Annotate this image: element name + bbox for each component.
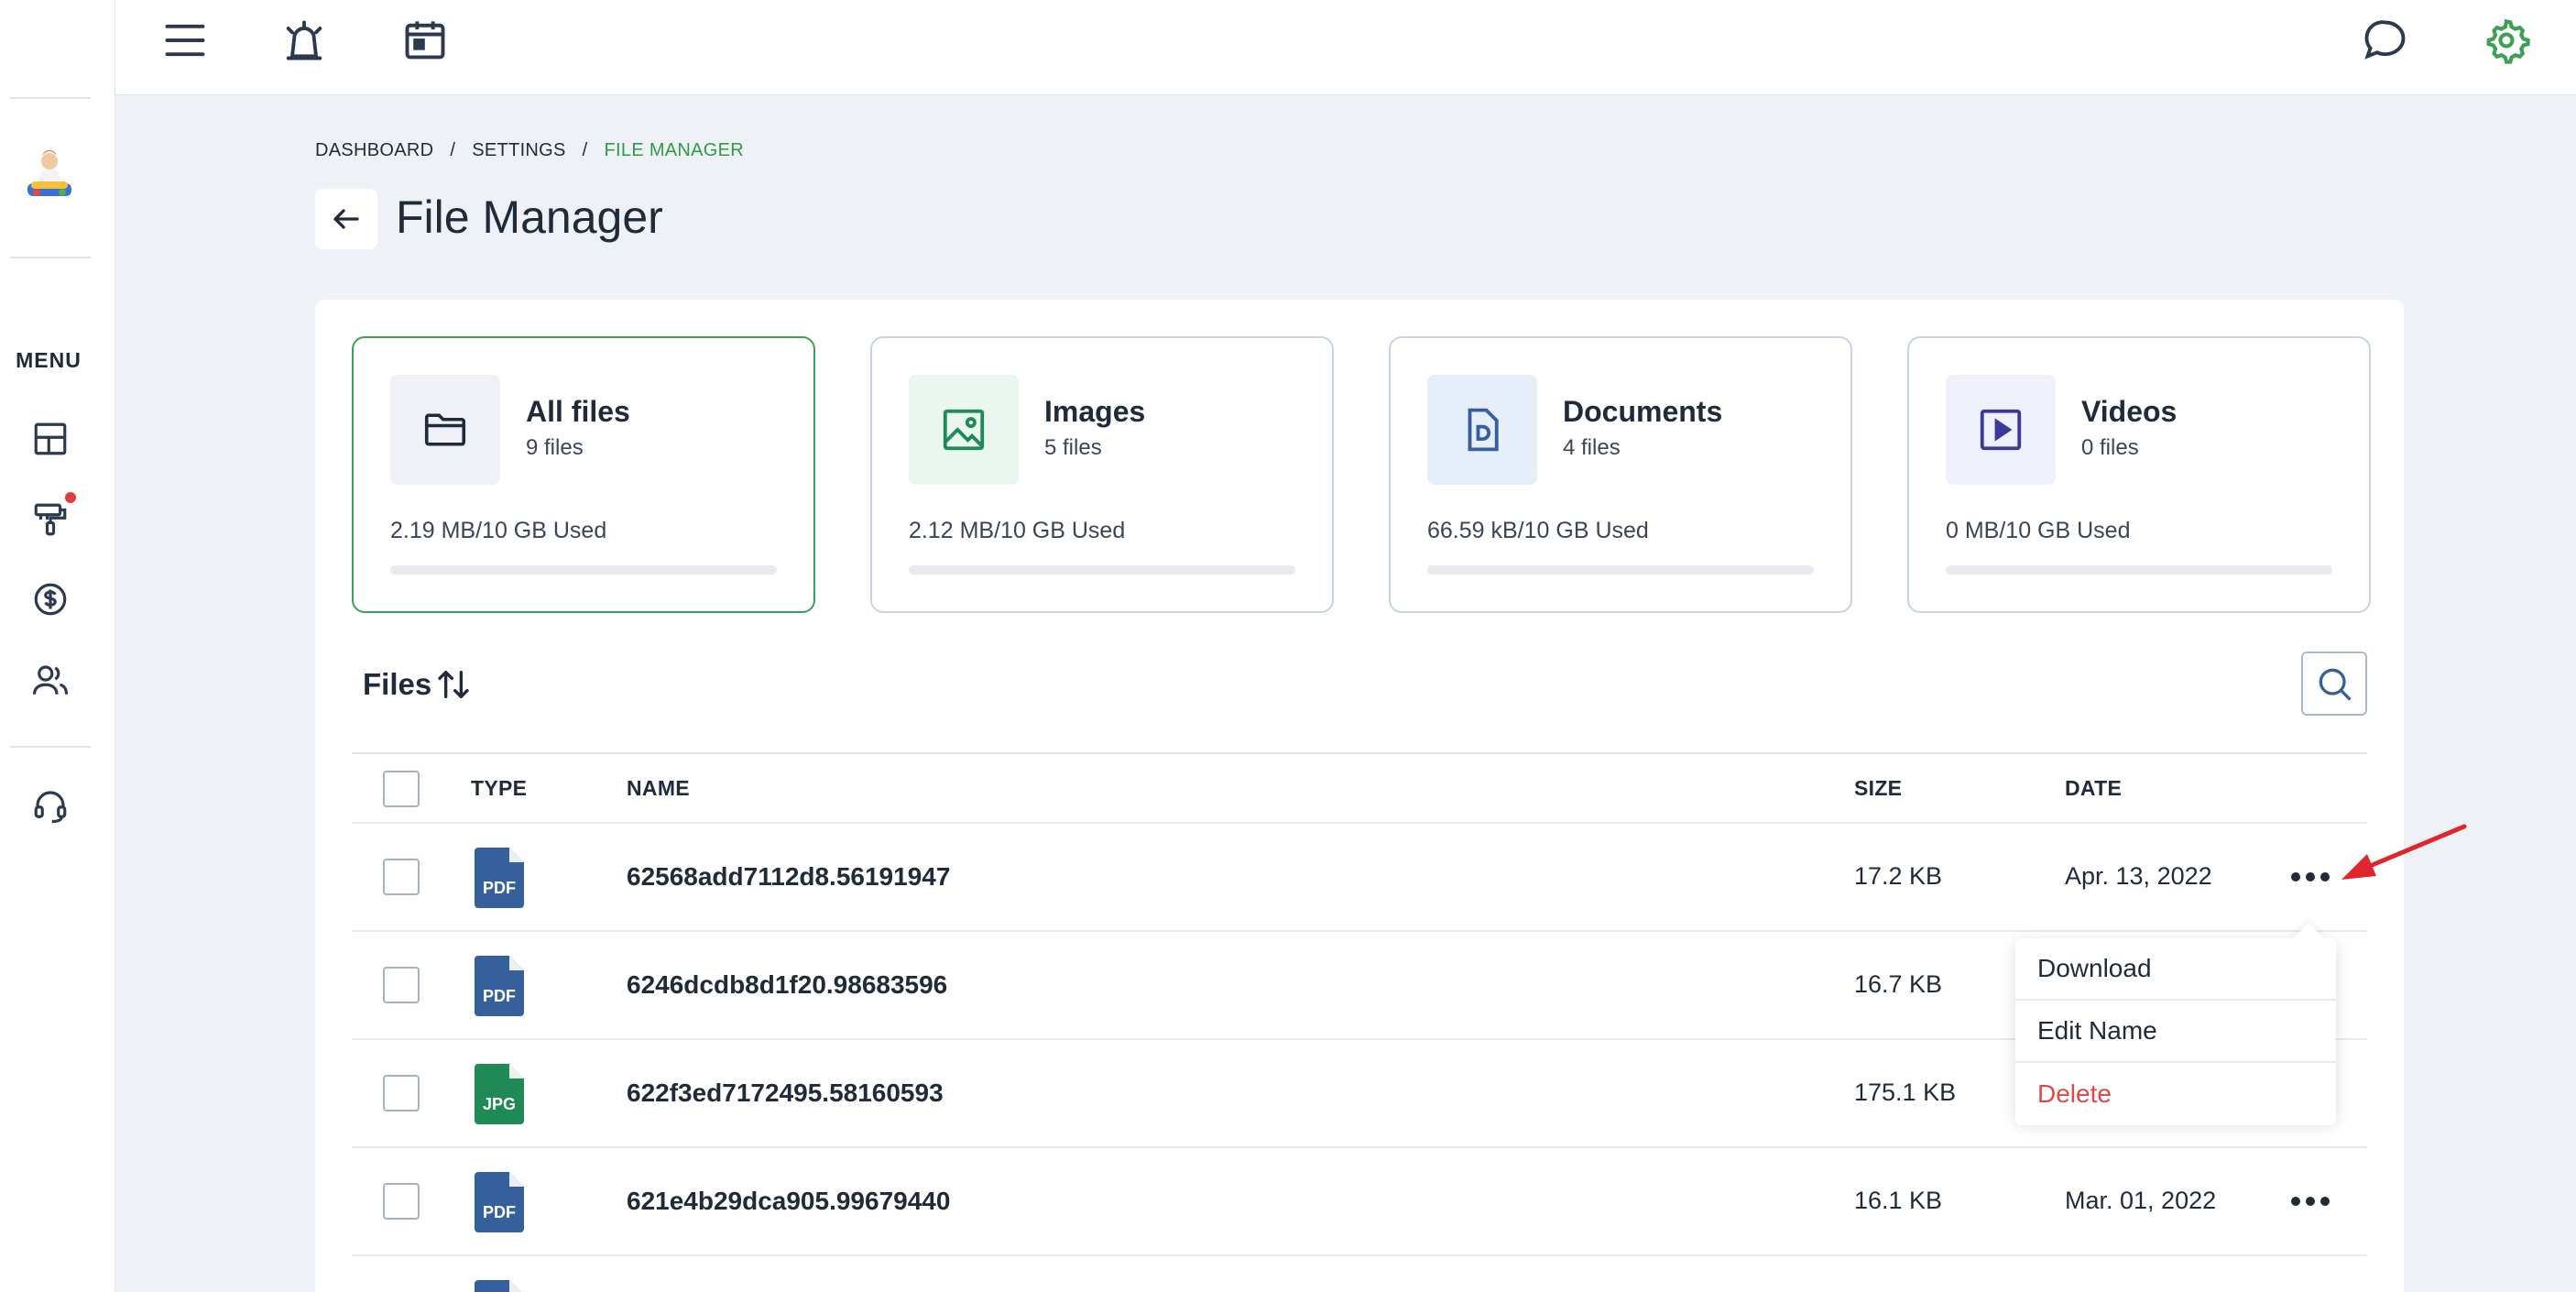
menu-label: MENU xyxy=(16,348,82,372)
card-usage: 0 MB/10 GB Used xyxy=(1946,518,2131,543)
pdf-file-icon: PDF xyxy=(475,956,524,1016)
card-usage: 2.12 MB/10 GB Used xyxy=(909,518,1126,543)
file-date: Apr. 13, 2022 xyxy=(2065,862,2212,890)
card-all-files[interactable]: All files 9 files 2.19 MB/10 GB Used xyxy=(352,336,815,613)
page-title: File Manager xyxy=(396,192,663,243)
card-count: 0 files xyxy=(2081,435,2139,460)
video-icon xyxy=(1946,375,2056,485)
search-button[interactable] xyxy=(2301,651,2367,716)
usage-bar xyxy=(1946,565,2332,575)
card-title: Images xyxy=(1044,395,1146,428)
folder-icon xyxy=(390,375,500,485)
file-size: 175.1 KB xyxy=(1854,1078,1957,1106)
row-checkbox[interactable] xyxy=(383,1075,420,1111)
card-usage: 66.59 kB/10 GB Used xyxy=(1427,518,1649,543)
image-icon xyxy=(909,375,1019,485)
dollar-icon[interactable] xyxy=(31,580,70,619)
card-count: 4 files xyxy=(1563,435,1621,460)
card-count: 5 files xyxy=(1044,435,1102,460)
files-title: Files xyxy=(363,667,432,701)
header-name[interactable]: NAME xyxy=(627,776,690,801)
storage-cards: All files 9 files 2.19 MB/10 GB Used Ima… xyxy=(352,336,2371,613)
menu-item-download[interactable]: Download xyxy=(2015,938,2336,1001)
card-usage: 2.19 MB/10 GB Used xyxy=(390,518,607,543)
file-size: 17.2 KB xyxy=(1854,862,1943,890)
card-title: Videos xyxy=(2081,395,2178,428)
pdf-file-icon xyxy=(475,1280,524,1292)
card-title: Documents xyxy=(1563,395,1723,428)
row-checkbox[interactable] xyxy=(383,859,420,895)
breadcrumb-separator: / xyxy=(582,140,588,160)
file-type-label: PDF xyxy=(483,1203,516,1221)
breadcrumb-file-manager: FILE MANAGER xyxy=(604,140,745,160)
hamburger-menu-icon[interactable] xyxy=(161,16,209,64)
usage-bar xyxy=(909,565,1295,575)
paint-roller-icon[interactable] xyxy=(31,500,70,539)
file-type-label: PDF xyxy=(483,879,516,897)
file-options-menu: Download Edit Name Delete xyxy=(2015,938,2336,1125)
users-icon[interactable] xyxy=(31,661,70,699)
card-images[interactable]: Images 5 files 2.12 MB/10 GB Used xyxy=(870,336,1334,613)
usage-bar xyxy=(1427,565,1814,575)
menu-item-edit-name[interactable]: Edit Name xyxy=(2015,1001,2336,1063)
chat-icon[interactable] xyxy=(2362,16,2409,64)
sidebar-divider xyxy=(10,257,91,258)
sidebar-divider xyxy=(10,746,91,748)
notification-dot xyxy=(65,492,76,503)
pdf-file-icon: PDF xyxy=(475,1172,524,1232)
table-row[interactable] xyxy=(352,1256,2367,1292)
file-name: 622f3ed7172495.58160593 xyxy=(627,1078,944,1107)
jpg-file-icon: JPG xyxy=(475,1064,524,1124)
file-size: 16.1 KB xyxy=(1854,1187,1943,1214)
gear-icon[interactable] xyxy=(2483,16,2530,64)
table-row[interactable]: PDF 621e4b29dca905.99679440 16.1 KB Mar.… xyxy=(352,1148,2367,1256)
document-icon xyxy=(1427,375,1537,485)
header-type[interactable]: TYPE xyxy=(471,776,527,801)
row-checkbox[interactable] xyxy=(383,967,420,1003)
pdf-file-icon: PDF xyxy=(475,848,524,908)
file-name: 62568add7112d8.56191947 xyxy=(627,862,951,891)
avatar[interactable] xyxy=(22,147,77,213)
breadcrumb: DASHBOARD / SETTINGS / FILE MANAGER xyxy=(315,140,744,161)
file-type-label: PDF xyxy=(483,987,516,1005)
arrow-left-icon xyxy=(333,209,359,229)
file-date: Mar. 01, 2022 xyxy=(2065,1187,2217,1214)
dashboard-grid-icon[interactable] xyxy=(31,420,70,458)
header-size[interactable]: SIZE xyxy=(1854,776,1902,801)
card-videos[interactable]: Videos 0 files 0 MB/10 GB Used xyxy=(1907,336,2371,613)
file-type-label: JPG xyxy=(482,1095,517,1113)
breadcrumb-dashboard[interactable]: DASHBOARD xyxy=(315,140,433,161)
menu-item-delete[interactable]: Delete xyxy=(2015,1063,2336,1125)
header-date[interactable]: DATE xyxy=(2065,776,2122,801)
breadcrumb-settings[interactable]: SETTINGS xyxy=(472,140,565,161)
more-options-icon[interactable] xyxy=(2283,1185,2338,1218)
more-options-icon[interactable] xyxy=(2283,860,2338,893)
headset-icon[interactable] xyxy=(31,786,70,825)
row-checkbox[interactable] xyxy=(383,1183,420,1220)
sidebar-divider xyxy=(10,97,91,99)
table-row[interactable]: PDF 62568add7112d8.56191947 17.2 KB Apr.… xyxy=(352,824,2367,932)
select-all-checkbox[interactable] xyxy=(383,771,420,807)
card-count: 9 files xyxy=(526,435,584,460)
sidebar: MENU xyxy=(0,0,115,1292)
files-heading: Files xyxy=(363,666,472,703)
file-manager-panel: All files 9 files 2.19 MB/10 GB Used Ima… xyxy=(315,300,2404,1292)
back-button[interactable] xyxy=(315,189,377,249)
file-name: 621e4b29dca905.99679440 xyxy=(627,1187,951,1215)
card-title: All files xyxy=(526,395,630,428)
breadcrumb-separator: / xyxy=(450,140,456,160)
top-bar xyxy=(115,0,2576,95)
calendar-icon[interactable] xyxy=(401,16,449,64)
annotation-arrow-icon xyxy=(2341,824,2467,880)
usage-bar xyxy=(390,565,777,575)
card-documents[interactable]: Documents 4 files 66.59 kB/10 GB Used xyxy=(1389,336,1852,613)
alarm-icon[interactable] xyxy=(280,16,328,64)
sort-icon[interactable] xyxy=(435,666,472,703)
file-name: 6246dcdb8d1f20.98683596 xyxy=(627,970,948,999)
file-size: 16.7 KB xyxy=(1854,970,1943,998)
search-icon xyxy=(2319,668,2352,701)
table-header: TYPE NAME SIZE DATE xyxy=(352,752,2367,824)
